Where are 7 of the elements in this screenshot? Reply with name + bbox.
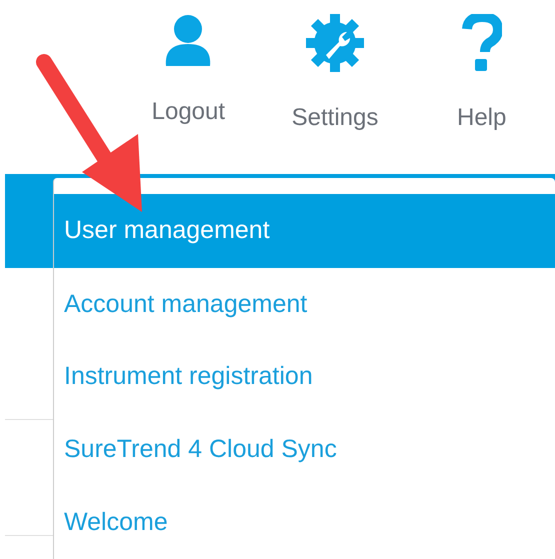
help-icon <box>462 14 502 72</box>
toolbar-button[interactable]: Help <box>408 14 555 160</box>
settings-icon <box>306 14 364 72</box>
person-icon <box>164 14 212 66</box>
toolbar-button[interactable]: Settings <box>262 14 408 160</box>
menu-item[interactable]: User management <box>54 194 555 268</box>
toolbar-button[interactable]: Logout <box>115 14 262 160</box>
